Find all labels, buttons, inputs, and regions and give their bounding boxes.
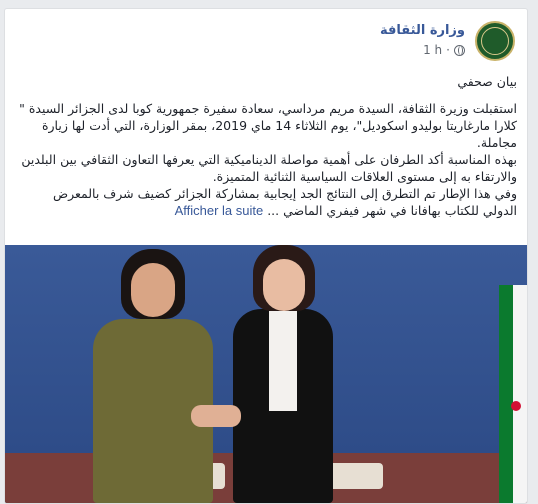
- post-header: وزارة الثقافة 1 h ·: [5, 9, 527, 69]
- post-paragraph-text: وفي هذا الإطار تم التطرق إلى النتائج الج…: [52, 186, 517, 218]
- flag-star: [511, 401, 521, 411]
- post-text: بيان صحفي استقبلت وزيرة الثقافة، السيدة …: [15, 73, 517, 219]
- globe-icon[interactable]: [454, 44, 465, 56]
- post-paragraph: وفي هذا الإطار تم التطرق إلى النتائج الج…: [15, 185, 517, 219]
- see-more-link[interactable]: Afficher la suite: [175, 203, 264, 218]
- person-left-face: [131, 263, 175, 317]
- photo-person-right: [217, 245, 347, 503]
- person-right-shirt: [269, 311, 297, 411]
- page-name-link[interactable]: وزارة الثقافة: [380, 23, 465, 38]
- photo-handshake: [191, 405, 241, 427]
- post-meta: 1 h ·: [423, 43, 465, 57]
- ministry-logo-icon: [481, 27, 509, 55]
- person-right-face: [263, 259, 305, 311]
- facebook-post: وزارة الثقافة 1 h · بيان صحفي استقبلت وز…: [4, 8, 528, 504]
- post-timestamp[interactable]: 1 h: [423, 43, 442, 57]
- post-title: بيان صحفي: [457, 74, 517, 89]
- separator-dot: ·: [446, 43, 450, 57]
- page-avatar[interactable]: [475, 21, 515, 61]
- flag-icon: [499, 285, 527, 503]
- post-paragraph: استقبلت وزيرة الثقافة، السيدة مريم مرداس…: [19, 101, 517, 150]
- photo-person-left: [85, 249, 225, 503]
- post-photo[interactable]: [5, 245, 527, 503]
- post-paragraph: بهذه المناسبة أكد الطرفان على أهمية مواص…: [21, 152, 517, 184]
